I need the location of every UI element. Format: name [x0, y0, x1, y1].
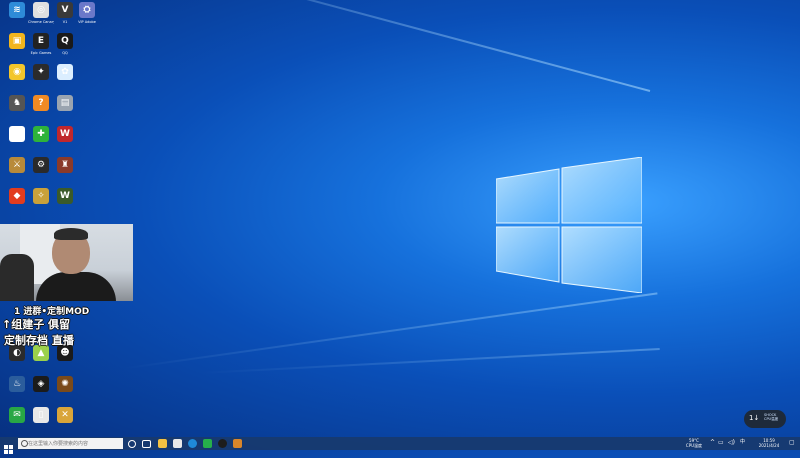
- app-icon: ✦: [33, 64, 49, 80]
- desktop-icon[interactable]: ✿: [52, 64, 78, 82]
- clock-date: 2021/4/24: [758, 443, 780, 448]
- desktop-icon[interactable]: W: [52, 188, 78, 206]
- notifications-icon[interactable]: ▢: [789, 440, 795, 446]
- app-icon: ⚙: [33, 157, 49, 173]
- app-icon: ≋: [9, 2, 25, 18]
- desktop-icon-label: Chrome Canary: [28, 20, 54, 24]
- desktop-icon[interactable]: ✕: [52, 407, 78, 425]
- taskbar-search-box[interactable]: [18, 438, 123, 449]
- tray-chevron-icon[interactable]: ^: [710, 440, 715, 446]
- overlay-line-2: ↑组建子 俱留: [2, 318, 71, 331]
- desktop-icon[interactable]: ♠: [4, 126, 30, 144]
- obs-icon[interactable]: [218, 439, 227, 448]
- app-icon: ♠: [9, 126, 25, 142]
- app-icon: ◉: [9, 64, 25, 80]
- app-icon: ▤: [57, 95, 73, 111]
- desktop-icon[interactable]: ♜: [52, 157, 78, 175]
- notification-detail: SHOCK CPU温度: [764, 413, 779, 421]
- app-icon: ♨: [9, 376, 25, 392]
- streamer-hair: [54, 228, 88, 240]
- app-icon: ?: [33, 95, 49, 111]
- desktop-icon[interactable]: ◈: [28, 376, 54, 394]
- app-icon: ⚔: [9, 157, 25, 173]
- desktop-icon[interactable]: E Epic Games: [28, 33, 54, 55]
- desktop-icon-label: VIP Adobe: [78, 20, 96, 24]
- desktop-icon[interactable]: ♨: [4, 376, 30, 394]
- app-icon: ◆: [9, 188, 25, 204]
- desktop-icon[interactable]: ◆: [4, 188, 30, 206]
- app-icon: ✿: [57, 64, 73, 80]
- desktop-icon-label: Epic Games: [30, 51, 52, 55]
- app-icon: ✧: [33, 188, 49, 204]
- notification-bubble[interactable]: 1↓ SHOCK CPU温度: [744, 410, 786, 428]
- app-icon: ✉: [9, 407, 25, 423]
- search-input[interactable]: [28, 438, 120, 449]
- desktop-icon[interactable]: ≋: [4, 2, 30, 20]
- app-icon: ◈: [33, 376, 49, 392]
- desktop-icon[interactable]: ◎ Chrome Canary: [28, 2, 54, 24]
- app-icon: ◎: [33, 2, 49, 18]
- search-icon: [21, 440, 28, 447]
- network-icon[interactable]: ▭: [718, 440, 724, 446]
- desktop-icon[interactable]: ▤: [52, 95, 78, 113]
- wechat-icon[interactable]: [203, 439, 212, 448]
- app-icon: W: [57, 188, 73, 204]
- cpu-temp-readout[interactable]: 59°C CPU温度: [683, 438, 705, 448]
- desktop-icon[interactable]: ♞: [4, 95, 30, 113]
- light-beam: [200, 347, 660, 375]
- app-icon: ✚: [33, 126, 49, 142]
- desktop-icon[interactable]: ✚: [28, 126, 54, 144]
- windows-logo: [495, 156, 643, 294]
- desktop-icon[interactable]: W: [52, 126, 78, 144]
- clock[interactable]: 10:59 2021/4/24: [752, 438, 786, 448]
- app-icon: ⛭: [79, 2, 95, 18]
- light-beam: [122, 292, 658, 370]
- desktop-icon[interactable]: ✧: [28, 188, 54, 206]
- overlay-line-3: 定制存档 直播: [4, 334, 74, 347]
- app-icon: ▯: [33, 407, 49, 423]
- taskbar: 59°C CPU温度 ^ ▭ ◁) 中 10:59 2021/4/24 ▢: [0, 437, 800, 454]
- app-icon: ▣: [9, 33, 25, 49]
- desktop-icon[interactable]: ⚔: [4, 157, 30, 175]
- webcam-chair: [0, 254, 34, 301]
- desktop-icon[interactable]: ▣: [4, 33, 30, 51]
- notification-count: 1↓: [749, 414, 760, 422]
- desktop-icon[interactable]: ▯: [28, 407, 54, 425]
- app-icon: ✺: [57, 376, 73, 392]
- store-icon[interactable]: [173, 439, 182, 448]
- file-explorer-icon[interactable]: [158, 439, 167, 448]
- streamer-body: [36, 272, 116, 301]
- edge-icon[interactable]: [188, 439, 197, 448]
- app-icon: ✕: [57, 407, 73, 423]
- app-icon: W: [57, 126, 73, 142]
- desktop-icon[interactable]: ◉: [4, 64, 30, 82]
- light-beam: [50, 0, 651, 92]
- volume-icon[interactable]: ◁): [728, 440, 735, 446]
- cortana-icon[interactable]: [128, 440, 136, 448]
- desktop-icon[interactable]: ?: [28, 95, 54, 113]
- app-icon: V: [57, 2, 73, 18]
- desktop-icon-label: QQ: [62, 51, 68, 55]
- app-icon: ♜: [57, 157, 73, 173]
- desktop-icon[interactable]: ✉: [4, 407, 30, 425]
- game-app-icon[interactable]: [233, 439, 242, 448]
- task-view-icon[interactable]: [142, 440, 151, 448]
- desktop-icon[interactable]: ✺: [52, 376, 78, 394]
- input-method-icon[interactable]: 中: [740, 440, 745, 445]
- desktop-icon[interactable]: ✦: [28, 64, 54, 82]
- desktop-icon[interactable]: ⛭ VIP Adobe: [74, 2, 100, 24]
- desktop-icon[interactable]: Q QQ: [52, 33, 78, 55]
- start-button[interactable]: [4, 439, 13, 454]
- app-icon: E: [33, 33, 49, 49]
- app-icon: ♞: [9, 95, 25, 111]
- webcam-overlay: [0, 224, 133, 301]
- desktop-icon[interactable]: ⚙: [28, 157, 54, 175]
- app-icon: Q: [57, 33, 73, 49]
